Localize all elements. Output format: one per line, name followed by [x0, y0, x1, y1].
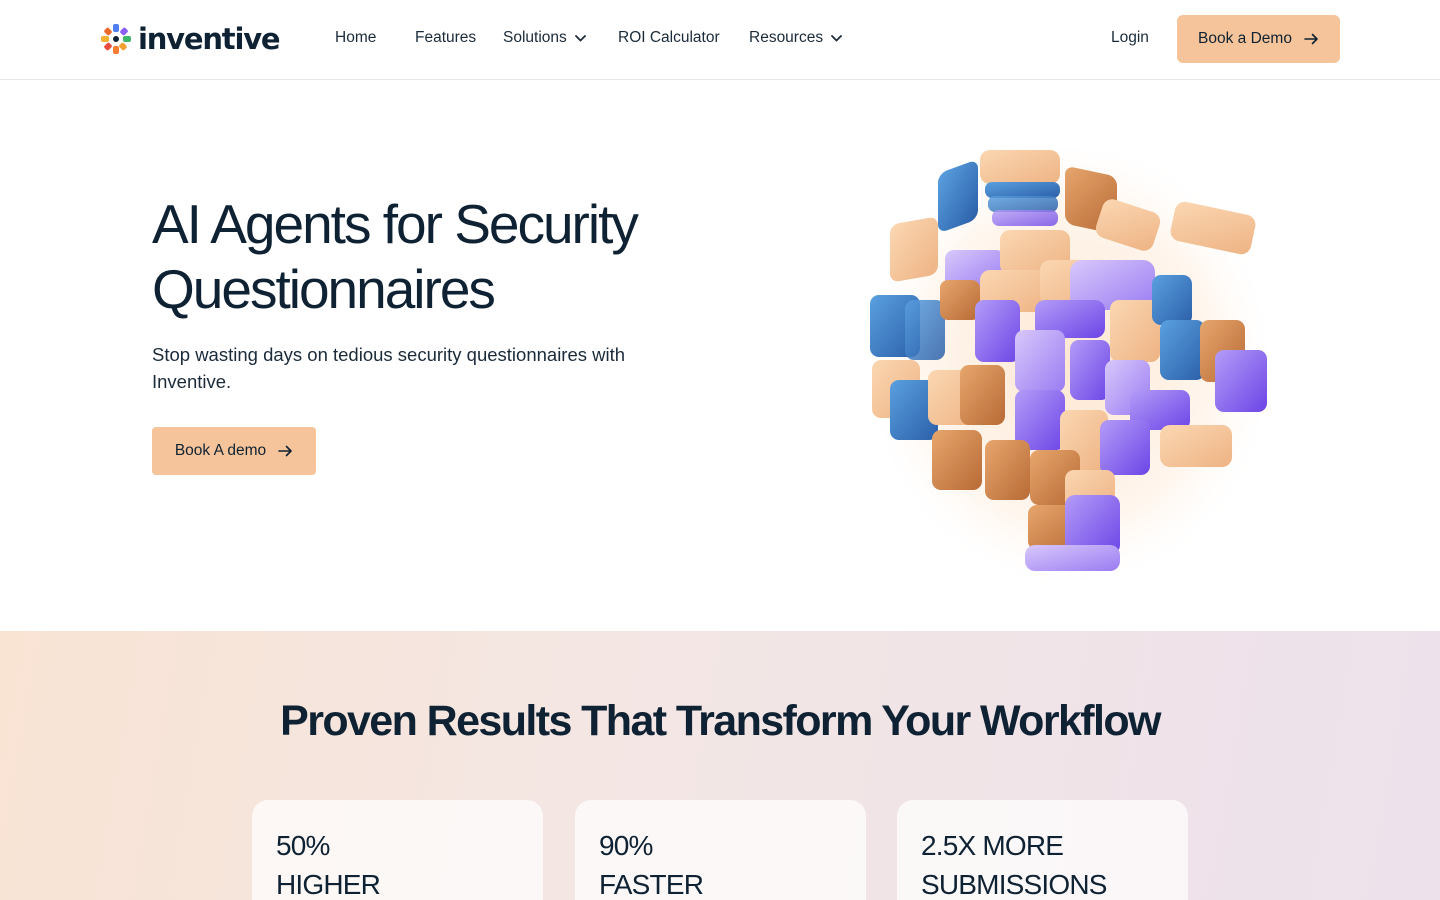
tile-cube-illustration — [860, 125, 1280, 585]
login-link[interactable]: Login — [1111, 29, 1149, 47]
results-title: Proven Results That Transform Your Workf… — [280, 697, 1161, 745]
book-demo-label: Book a Demo — [1198, 30, 1292, 47]
result-card-3: 2.5X MORE SUBMISSIONS — [897, 800, 1188, 900]
result-stat: 50% HIGHER — [276, 826, 536, 900]
result-stat-value: 90% — [599, 830, 653, 861]
result-stat-label: SUBMISSIONS — [921, 869, 1107, 900]
brand-name: inventive — [138, 21, 281, 56]
result-card-1: 50% HIGHER — [252, 800, 543, 900]
hero-book-demo-label: Book A demo — [174, 442, 267, 459]
result-stat-label: HIGHER — [276, 869, 381, 900]
results-section: Proven Results That Transform Your Workf… — [0, 631, 1440, 900]
nav-solutions[interactable]: Solutions — [503, 29, 586, 47]
hero-book-demo-button[interactable]: Book A demo — [152, 427, 316, 475]
nav-roi-calculator-label: ROI Calculator — [618, 29, 720, 46]
result-card-2: 90% FASTER — [575, 800, 866, 900]
site-header: inventive Home Features Solutions ROI Ca… — [0, 0, 1440, 80]
brand-logo[interactable]: inventive — [100, 21, 281, 56]
nav-home-label: Home — [335, 29, 377, 46]
arrow-right-icon — [278, 445, 292, 457]
result-stat: 2.5X MORE SUBMISSIONS — [921, 826, 1181, 900]
nav-solutions-label: Solutions — [503, 29, 567, 46]
nav-roi-calculator[interactable]: ROI Calculator — [618, 29, 720, 47]
nav-features-label: Features — [415, 29, 477, 46]
nav-resources-label: Resources — [749, 29, 824, 46]
chevron-down-icon — [831, 34, 842, 42]
result-stat: 90% FASTER — [599, 826, 859, 900]
nav-home[interactable]: Home — [335, 29, 376, 47]
arrow-right-icon — [1304, 33, 1318, 45]
hero-subtitle: Stop wasting days on tedious security qu… — [152, 344, 626, 392]
book-demo-button[interactable]: Book a Demo — [1177, 15, 1340, 63]
result-stat-label: FASTER — [599, 869, 704, 900]
result-stat-value: 2.5X MORE — [921, 830, 1064, 861]
hero-title: AI Agents for Security Questionnaires — [152, 193, 639, 320]
result-stat-value: 50% — [276, 830, 330, 861]
nav-features[interactable]: Features — [415, 29, 476, 47]
logo-icon — [101, 24, 131, 54]
chevron-down-icon — [574, 34, 586, 42]
nav-resources[interactable]: Resources — [749, 29, 842, 47]
